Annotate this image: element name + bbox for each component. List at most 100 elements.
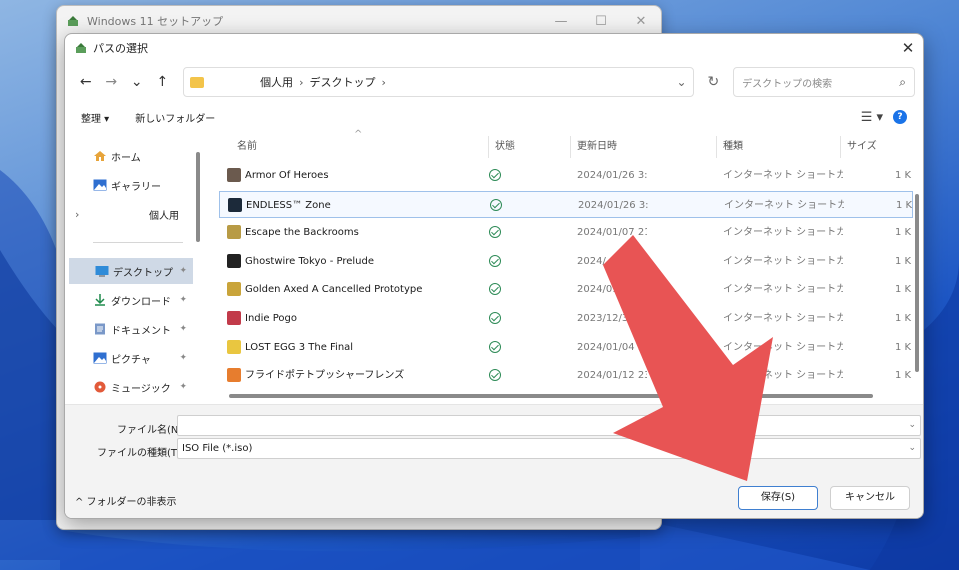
- sidebar-item-personal[interactable]: › 個人用: [65, 201, 193, 227]
- dialog-titlebar: パスの選択 ✕: [65, 34, 923, 62]
- dialog-close-button[interactable]: ✕: [893, 39, 923, 57]
- help-icon[interactable]: ?: [893, 110, 907, 124]
- shortcut-icon: [227, 282, 241, 297]
- search-input[interactable]: デスクトップの検索 ⌕: [733, 67, 916, 97]
- setup-titlebar: Windows 11 セットアップ — ☐ ✕: [57, 6, 661, 36]
- file-row[interactable]: Indie Pogo 2023/12/30 インターネット ショートカット 1 K: [219, 305, 913, 332]
- back-button[interactable]: ←: [73, 69, 99, 95]
- sidebar-scrollbar[interactable]: [196, 152, 200, 242]
- dialog-title: パスの選択: [93, 42, 148, 55]
- file-date: 2024/01/26 3:02: [578, 199, 648, 211]
- file-row[interactable]: LOST EGG 3 The Final 2024/01/04 3 インターネット …: [219, 334, 913, 361]
- navigation-pane: ホーム ギャラリー › 個人用 デスクトップ ✦ ダウンロード ✦ ドキュメント…: [65, 132, 205, 402]
- file-name: LOST EGG 3 The Final: [245, 341, 354, 353]
- sort-indicator-icon: ^: [354, 129, 363, 140]
- file-row[interactable]: Golden Axed A Cancelled Prototype 2024/01…: [219, 276, 913, 303]
- sidebar-item-label: 個人用: [149, 210, 179, 222]
- column-separator[interactable]: [840, 136, 841, 158]
- cancel-button[interactable]: キャンセル: [830, 486, 910, 510]
- column-header-size[interactable]: サイズ: [847, 132, 877, 162]
- sync-status-icon: [489, 283, 501, 296]
- sidebar-item-label: ギャラリー: [111, 181, 161, 193]
- file-date: 2024/01/07 21:20: [577, 227, 647, 239]
- chevron-right-icon[interactable]: ›: [75, 208, 79, 221]
- breadcrumb-separator[interactable]: ›: [381, 76, 385, 89]
- dialog-app-icon: [76, 43, 86, 53]
- content-area: ホーム ギャラリー › 個人用 デスクトップ ✦ ダウンロード ✦ ドキュメント…: [65, 129, 923, 402]
- sidebar-item-label: ダウンロード: [111, 296, 171, 308]
- breadcrumb-personal[interactable]: 個人用: [260, 74, 293, 90]
- file-row[interactable]: Escape the Backrooms 2024/01/07 21:20 インター…: [219, 219, 913, 246]
- sidebar-item-label: ドキュメント: [111, 325, 171, 337]
- sidebar-item-downloads[interactable]: ダウンロード ✦: [65, 287, 193, 313]
- file-size: 1 K: [895, 170, 912, 181]
- file-type: インターネット ショートカット: [723, 313, 843, 324]
- recent-locations-button[interactable]: ⌄: [124, 69, 150, 95]
- gallery-icon: [93, 179, 107, 191]
- pin-icon: ✦: [179, 353, 187, 363]
- save-button[interactable]: 保存(S): [738, 486, 818, 510]
- setup-window-title: Windows 11 セットアップ: [87, 15, 224, 28]
- file-type: インターネット ショートカット: [723, 341, 843, 353]
- column-header-type[interactable]: 種類: [723, 132, 743, 162]
- pin-icon: ✦: [179, 266, 187, 276]
- filetype-select[interactable]: ISO File (*.iso) ⌄: [177, 438, 921, 459]
- folder-icon: [190, 76, 205, 88]
- file-type: インターネット ショートカット: [723, 255, 843, 267]
- file-date: 2024/01/26 3:02: [577, 170, 647, 181]
- refresh-button[interactable]: ↻: [702, 74, 726, 90]
- shortcut-icon: [227, 253, 241, 268]
- sync-status-icon: [490, 198, 502, 211]
- up-button[interactable]: ↑: [150, 69, 176, 95]
- file-size: 1 K: [895, 255, 912, 267]
- file-date: 2024/01/04 3: [577, 341, 645, 353]
- sidebar-item-home[interactable]: ホーム: [65, 143, 193, 169]
- sidebar-item-documents[interactable]: ドキュメント ✦: [65, 316, 193, 342]
- shortcut-icon: [227, 225, 241, 240]
- navigation-bar: ← → ⌄ ↑ 個人用 › デスクトップ › ⌄ ↻ デスクトップの検索 ⌕: [65, 62, 923, 102]
- forward-button[interactable]: →: [99, 69, 125, 95]
- pin-icon: ✦: [179, 295, 187, 305]
- sidebar-item-label: ミュージック: [111, 383, 171, 395]
- close-button[interactable]: ✕: [621, 14, 661, 29]
- column-header-date[interactable]: 更新日時: [577, 132, 617, 162]
- address-dropdown-icon[interactable]: ⌄: [677, 75, 687, 89]
- sidebar-item-label: デスクトップ: [113, 267, 173, 279]
- column-separator[interactable]: [488, 136, 489, 158]
- breadcrumb-separator: ›: [299, 75, 304, 89]
- sidebar-item-gallery[interactable]: ギャラリー: [65, 172, 193, 198]
- column-separator[interactable]: [716, 136, 717, 158]
- file-row[interactable]: Armor Of Heroes 2024/01/26 3:02 インターネット ショ…: [219, 162, 913, 189]
- organize-menu[interactable]: 整理 ▾: [81, 110, 109, 125]
- shortcut-icon: [227, 368, 241, 383]
- view-options-icon[interactable]: ☰ ▾: [861, 110, 883, 125]
- file-name: Golden Axed A Cancelled Prototype: [245, 284, 423, 296]
- column-header-status[interactable]: 状態: [495, 132, 515, 162]
- sidebar-item-music[interactable]: ミュージック ✦: [65, 374, 193, 400]
- sidebar-item-desktop[interactable]: デスクトップ ✦: [69, 258, 193, 284]
- sidebar-item-pictures[interactable]: ピクチャ ✦: [65, 345, 193, 371]
- chevron-down-icon[interactable]: ⌄: [908, 416, 916, 435]
- file-row[interactable]: ENDLESS™ Zone 2024/01/26 3:02 インターネット ショート…: [219, 190, 913, 218]
- shortcut-icon: [227, 311, 241, 325]
- filename-label: ファイル名(N: [117, 425, 179, 436]
- minimize-button[interactable]: —: [541, 14, 581, 29]
- chevron-down-icon[interactable]: ⌄: [908, 439, 916, 458]
- column-header-name[interactable]: 名前: [237, 132, 257, 162]
- pin-icon: ✦: [179, 382, 187, 392]
- filename-input[interactable]: ⌄: [177, 415, 921, 436]
- vertical-scrollbar[interactable]: [915, 194, 919, 372]
- new-folder-button[interactable]: 新しいフォルダー: [135, 110, 215, 125]
- document-icon: [95, 323, 105, 335]
- address-bar[interactable]: 個人用 › デスクトップ › ⌄: [183, 67, 694, 97]
- column-separator[interactable]: [570, 136, 571, 158]
- hide-folders-toggle[interactable]: ^ フォルダーの非表示: [75, 493, 177, 508]
- breadcrumb-desktop[interactable]: デスクトップ: [309, 74, 375, 90]
- file-row[interactable]: Ghostwire Tokyo - Prelude 2024/インターネット ショ…: [219, 248, 913, 275]
- sync-status-icon: [489, 369, 501, 382]
- file-row[interactable]: フライドポテトプッシャーフレンズ 2024/01/12 23:20 インターネット …: [219, 362, 913, 389]
- maximize-button[interactable]: ☐: [581, 14, 621, 29]
- toolbar: 整理 ▾ 新しいフォルダー ☰ ▾ ?: [65, 102, 923, 132]
- sidebar-item-label: ホーム: [111, 152, 141, 164]
- horizontal-scrollbar[interactable]: [229, 394, 873, 398]
